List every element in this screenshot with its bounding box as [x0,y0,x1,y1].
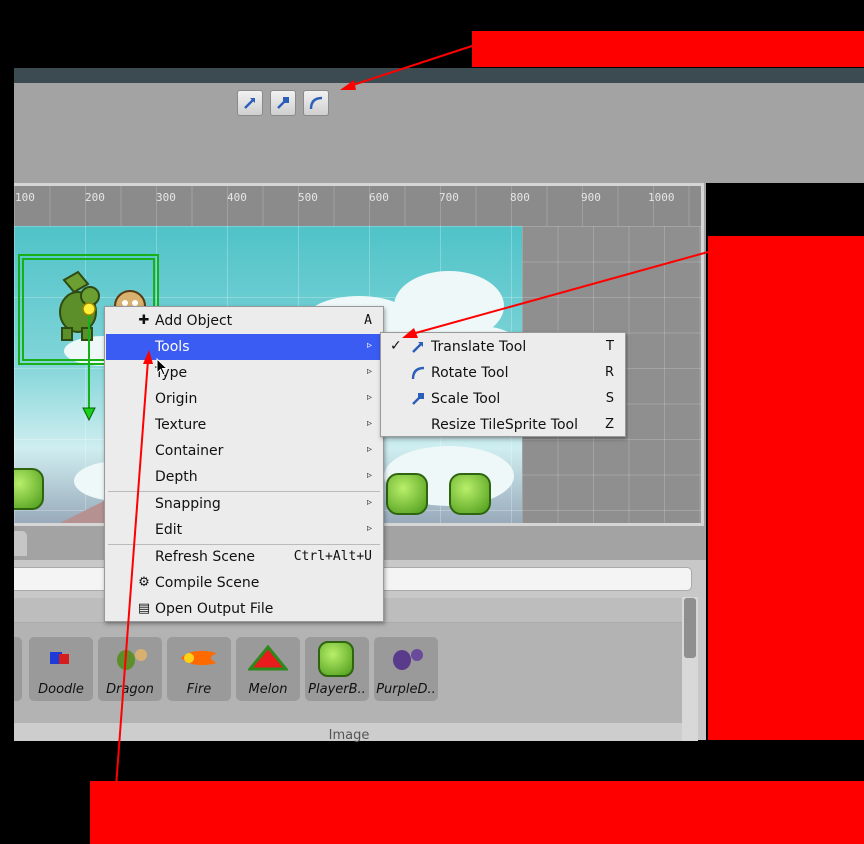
annotation-arrows [114,45,709,801]
